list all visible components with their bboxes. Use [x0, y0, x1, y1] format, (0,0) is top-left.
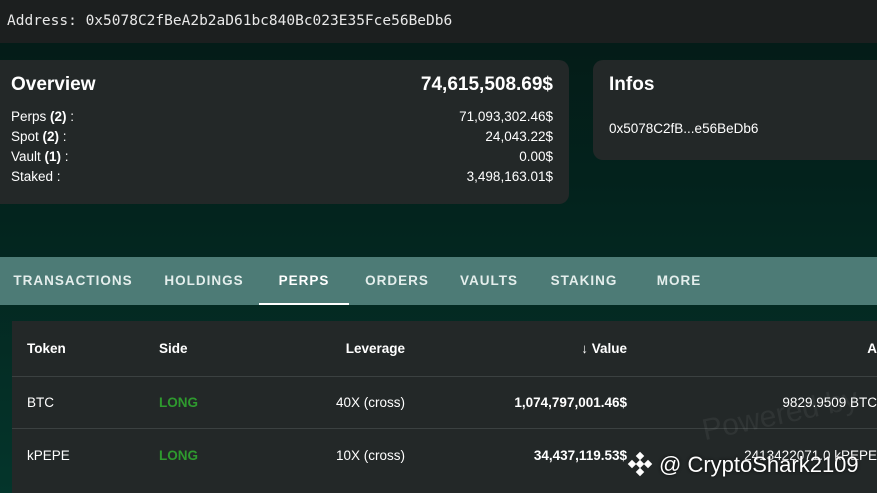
tab-vaults[interactable]: VAULTS: [459, 257, 519, 305]
tab-orders[interactable]: ORDERS: [365, 257, 429, 305]
credit-watermark: @ CryptoShark2109: [627, 451, 859, 481]
overview-value: 71,093,302.46$: [459, 109, 553, 124]
row-side: LONG: [159, 448, 198, 463]
overview-total: 74,615,508.69$: [420, 74, 553, 95]
infos-title: Infos: [609, 74, 655, 95]
infos-card: Infos 0x5078C2fB...e56BeDb6: [593, 60, 877, 160]
binance-logo-icon: [627, 451, 653, 477]
tab-perps[interactable]: PERPS: [259, 257, 349, 305]
header-value[interactable]: ↓ Value: [527, 341, 627, 356]
overview-row-staked: Staked : 3,498,163.01$: [11, 169, 553, 184]
tabs-bar: TRANSACTIONS HOLDINGS PERPS ORDERS VAULT…: [0, 257, 877, 305]
overview-row-spot: Spot (2) : 24,043.22$: [11, 129, 553, 144]
overview-value: 24,043.22$: [485, 129, 553, 144]
overview-card: Overview 74,615,508.69$ Perps (2) : 71,0…: [0, 60, 569, 204]
header-token[interactable]: Token: [27, 341, 66, 356]
row-value: 1,074,797,001.46$: [514, 395, 627, 410]
overview-value: 0.00$: [519, 149, 553, 164]
address-bar: Address: 0x5078C2fBeA2b2aD61bc840Bc023E3…: [0, 0, 877, 43]
row-leverage: 10X (cross): [335, 448, 405, 463]
row-value: 34,437,119.53$: [533, 448, 627, 463]
header-amount[interactable]: A: [777, 341, 877, 356]
arrow-down-icon: ↓: [581, 341, 588, 356]
overview-row-vault: Vault (1) : 0.00$: [11, 149, 553, 164]
row-side: LONG: [159, 395, 198, 410]
row-divider: [12, 376, 877, 377]
address-text: Address: 0x5078C2fBeA2b2aD61bc840Bc023E3…: [7, 13, 453, 29]
tab-transactions[interactable]: TRANSACTIONS: [13, 257, 133, 305]
overview-title: Overview: [11, 74, 96, 95]
tab-staking[interactable]: STAKING: [549, 257, 619, 305]
infos-address[interactable]: 0x5078C2fB...e56BeDb6: [609, 121, 758, 136]
overview-value: 3,498,163.01$: [466, 169, 553, 184]
row-token[interactable]: kPEPE: [27, 448, 70, 463]
row-leverage: 40X (cross): [335, 395, 405, 410]
tab-more[interactable]: MORE: [655, 257, 703, 305]
header-side[interactable]: Side: [159, 341, 188, 356]
header-leverage[interactable]: Leverage: [305, 341, 405, 356]
tab-holdings[interactable]: HOLDINGS: [163, 257, 245, 305]
row-token[interactable]: BTC: [27, 395, 54, 410]
overview-row-perps: Perps (2) : 71,093,302.46$: [11, 109, 553, 124]
address-value[interactable]: 0x5078C2fBeA2b2aD61bc840Bc023E35Fce56BeD…: [86, 13, 453, 29]
credit-text: @ CryptoShark2109: [659, 452, 859, 477]
